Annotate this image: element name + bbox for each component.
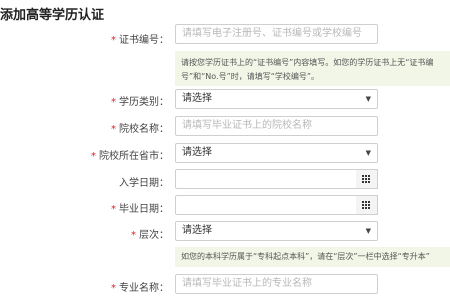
- graduation-date-input[interactable]: [175, 195, 357, 215]
- level-label-text: 层次：: [139, 230, 169, 241]
- level-value: 请选择: [182, 225, 212, 236]
- school-name-label-text: 院校名称：: [119, 124, 169, 135]
- enrollment-date-calendar-button[interactable]: [356, 169, 378, 189]
- graduation-date-label-text: 毕业日期：: [119, 204, 169, 215]
- school-province-value: 请选择: [182, 147, 212, 158]
- certificate-number-hint-line2: 号”和“No.号”时，请填写“学校编号”。: [181, 72, 320, 81]
- chevron-down-icon: ▼: [365, 149, 371, 157]
- level-hint-text: 如您的本科学历属于“专科起点本科”，请在“层次”一栏中选择“专升本”: [181, 252, 430, 261]
- major-name-input[interactable]: 请填写毕业证书上的专业名称: [175, 274, 378, 294]
- education-type-value: 请选择: [182, 93, 212, 104]
- certificate-number-label: * 证书编号：: [111, 31, 169, 46]
- certificate-number-input[interactable]: 请填写电子注册号、证书编号或学校编号: [175, 24, 378, 44]
- calendar-icon: [362, 174, 371, 184]
- enrollment-date-input[interactable]: [175, 169, 357, 189]
- required-marker: *: [111, 283, 116, 294]
- education-type-select[interactable]: 请选择 ▼: [175, 89, 378, 109]
- education-type-label: * 学历类别：: [111, 93, 169, 108]
- page-title: 添加高等学历认证: [0, 8, 105, 23]
- required-marker: *: [91, 151, 96, 162]
- level-label: * 层次：: [131, 226, 169, 241]
- school-name-input[interactable]: 请填写毕业证书上的院校名称: [175, 116, 378, 136]
- certificate-number-hint-line1: 请按您学历证书上的“证书编号”内容填写。如您的学历证书上无“证书编: [181, 58, 434, 67]
- certificate-number-label-text: 证书编号：: [119, 35, 169, 46]
- school-province-label-text: 院校所在省市：: [99, 151, 169, 162]
- chevron-down-icon: ▼: [365, 95, 371, 103]
- required-marker: *: [111, 35, 116, 46]
- education-type-label-text: 学历类别：: [119, 97, 169, 108]
- major-name-label-text: 专业名称：: [119, 283, 169, 294]
- major-name-placeholder: 请填写毕业证书上的专业名称: [182, 278, 312, 289]
- school-name-placeholder: 请填写毕业证书上的院校名称: [182, 120, 312, 131]
- graduation-date-label: * 毕业日期：: [111, 200, 169, 215]
- required-marker: *: [111, 204, 116, 215]
- required-marker: *: [111, 124, 116, 135]
- chevron-down-icon: ▼: [365, 227, 371, 235]
- enrollment-date-label: 入学日期：: [119, 178, 169, 189]
- major-name-label: * 专业名称：: [111, 279, 169, 294]
- school-province-select[interactable]: 请选择 ▼: [175, 143, 378, 163]
- graduation-date-calendar-button[interactable]: [356, 195, 378, 215]
- level-select[interactable]: 请选择 ▼: [175, 221, 378, 241]
- required-marker: *: [131, 230, 136, 241]
- school-province-label: * 院校所在省市：: [91, 147, 169, 162]
- school-name-label: * 院校名称：: [111, 120, 169, 135]
- level-hint: 如您的本科学历属于“专科起点本科”，请在“层次”一栏中选择“专升本”: [175, 247, 450, 267]
- certificate-number-hint: 请按您学历证书上的“证书编号”内容填写。如您的学历证书上无“证书编 号”和“No…: [175, 51, 450, 86]
- certificate-number-placeholder: 请填写电子注册号、证书编号或学校编号: [182, 28, 362, 39]
- calendar-icon: [362, 200, 371, 210]
- required-marker: *: [111, 97, 116, 108]
